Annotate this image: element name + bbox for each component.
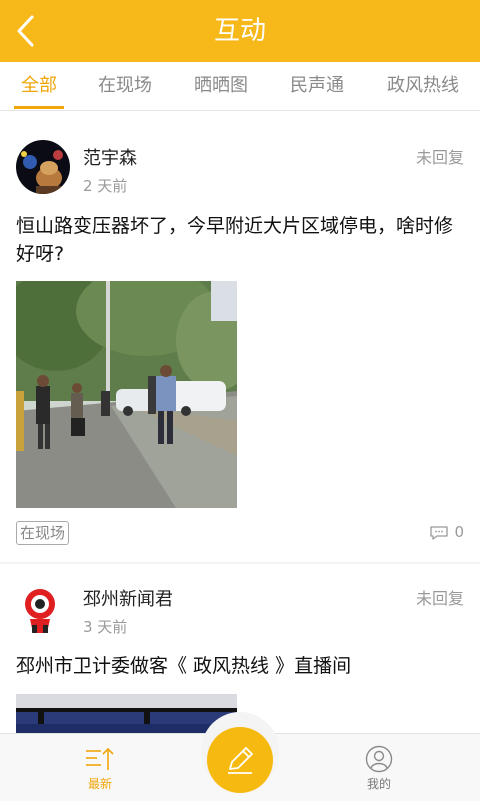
post-photo[interactable] (16, 281, 237, 508)
post-card[interactable]: 邳州新闻君 3 天前 未回复 邳州市卫计委做客《 政风热线 》直播间 (0, 564, 480, 733)
user-icon (365, 745, 393, 773)
nav-latest[interactable]: 最新 (60, 734, 140, 801)
category-tabs: 全部 在现场 晒晒图 民声通 政风热线 (0, 62, 480, 111)
nav-mine[interactable]: 我的 (339, 734, 419, 801)
post-username[interactable]: 范宇森 (83, 144, 137, 170)
post-feed[interactable]: 范宇森 2 天前 未回复 恒山路变压器坏了，今早附近大片区域停电，啥时修好呀? (0, 111, 480, 733)
post-photo[interactable] (16, 694, 237, 733)
post-content[interactable]: 恒山路变压器坏了，今早附近大片区域停电，啥时修好呀? (16, 212, 466, 268)
nav-latest-label: 最新 (87, 777, 112, 791)
category-tag[interactable]: 在现场 (16, 521, 70, 545)
reply-status: 未回复 (415, 148, 464, 167)
post-time: 2 天前 (83, 177, 128, 195)
avatar[interactable] (16, 581, 70, 635)
post-username[interactable]: 邳州新闻君 (83, 585, 173, 611)
active-tab-indicator (14, 106, 64, 109)
reply-status: 未回复 (415, 589, 464, 608)
page-title: 互动 (213, 16, 266, 46)
comment-icon (430, 525, 449, 540)
post-content[interactable]: 邳州市卫计委做客《 政风热线 》直播间 (16, 652, 466, 680)
avatar[interactable] (16, 140, 70, 194)
post-card[interactable]: 范宇森 2 天前 未回复 恒山路变压器坏了，今早附近大片区域停电，啥时修好呀? (0, 111, 480, 562)
tab-public-voice[interactable]: 民声通 (284, 62, 350, 110)
tab-all[interactable]: 全部 (14, 62, 64, 110)
comment-button[interactable]: 0 (430, 523, 464, 541)
latest-icon (86, 747, 114, 770)
tab-photos[interactable]: 晒晒图 (188, 62, 254, 110)
compose-button[interactable] (207, 727, 273, 793)
pencil-icon (228, 747, 253, 774)
comment-count: 0 (454, 523, 464, 541)
nav-mine-label: 我的 (366, 777, 391, 791)
tab-hotline[interactable]: 政风热线 (382, 62, 464, 110)
post-time: 3 天前 (83, 618, 128, 636)
tab-on-site[interactable]: 在现场 (92, 62, 158, 110)
app-header: 互动 (0, 0, 480, 62)
